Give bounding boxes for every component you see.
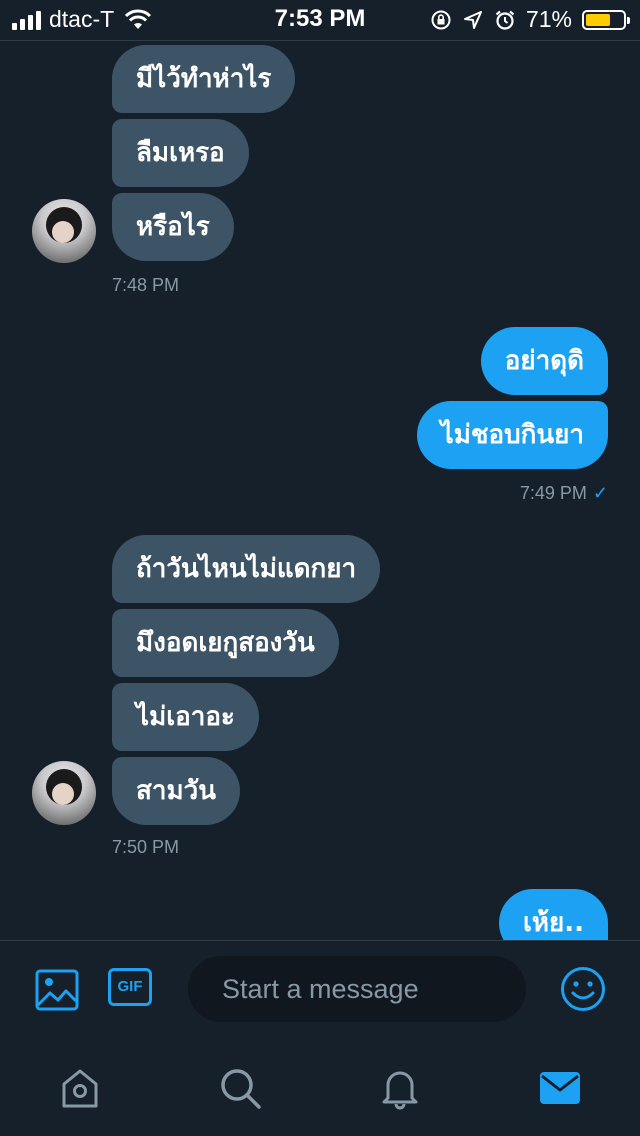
battery-icon [582, 9, 630, 30]
status-bar: dtac-T 7:53 PM 71% [0, 0, 640, 41]
timestamp-text: 7:49 PM [519, 483, 587, 503]
checkmark-icon: ✓ [592, 483, 608, 503]
message-list[interactable]: มีไว้ทำห่าไร ลืมเหรอ หรือไร 7:48 PM อย่า… [0, 41, 640, 940]
mail-icon[interactable] [538, 1066, 582, 1110]
bell-icon[interactable] [378, 1066, 422, 1110]
gif-button[interactable]: GIF [108, 968, 152, 1006]
message-bubble[interactable]: มึงอดเยกูสองวัน [112, 609, 339, 677]
message-timestamp: 7:49 PM ✓ [520, 483, 608, 504]
message-bubble[interactable]: ถ้าวันไหนไม่แดกยา [112, 535, 381, 603]
status-right: 71% [430, 6, 630, 33]
emoji-icon[interactable] [560, 966, 606, 1012]
tab-bar [0, 1040, 640, 1136]
home-icon[interactable] [58, 1066, 102, 1110]
message-bubble[interactable]: ลืมเหรอ [112, 119, 249, 187]
message-input[interactable]: Start a message [188, 956, 526, 1022]
alarm-icon [495, 10, 515, 30]
message-timestamp: 7:50 PM [112, 837, 180, 857]
search-icon[interactable] [218, 1066, 262, 1110]
rotation-lock-icon [431, 10, 451, 29]
message-timestamp: 7:48 PM [112, 275, 180, 295]
battery-percent: 71% [525, 6, 572, 32]
image-icon[interactable] [35, 969, 79, 1011]
battery-fill [586, 13, 611, 26]
location-icon [463, 10, 482, 29]
avatar[interactable] [32, 761, 96, 825]
avatar[interactable] [32, 199, 96, 263]
message-bubble[interactable]: ไม่ชอบกินยา [416, 401, 608, 469]
message-bubble[interactable]: อย่าดุดิ [480, 327, 608, 395]
message-bubble[interactable]: มีไว้ทำห่าไร [112, 45, 296, 113]
message-bubble[interactable]: ไม่เอาอะ [112, 683, 259, 751]
message-bubble[interactable]: สามวัน [112, 757, 240, 825]
message-bubble[interactable]: เห้ย.. [498, 889, 608, 940]
message-bubble[interactable]: หรือไร [112, 193, 234, 261]
